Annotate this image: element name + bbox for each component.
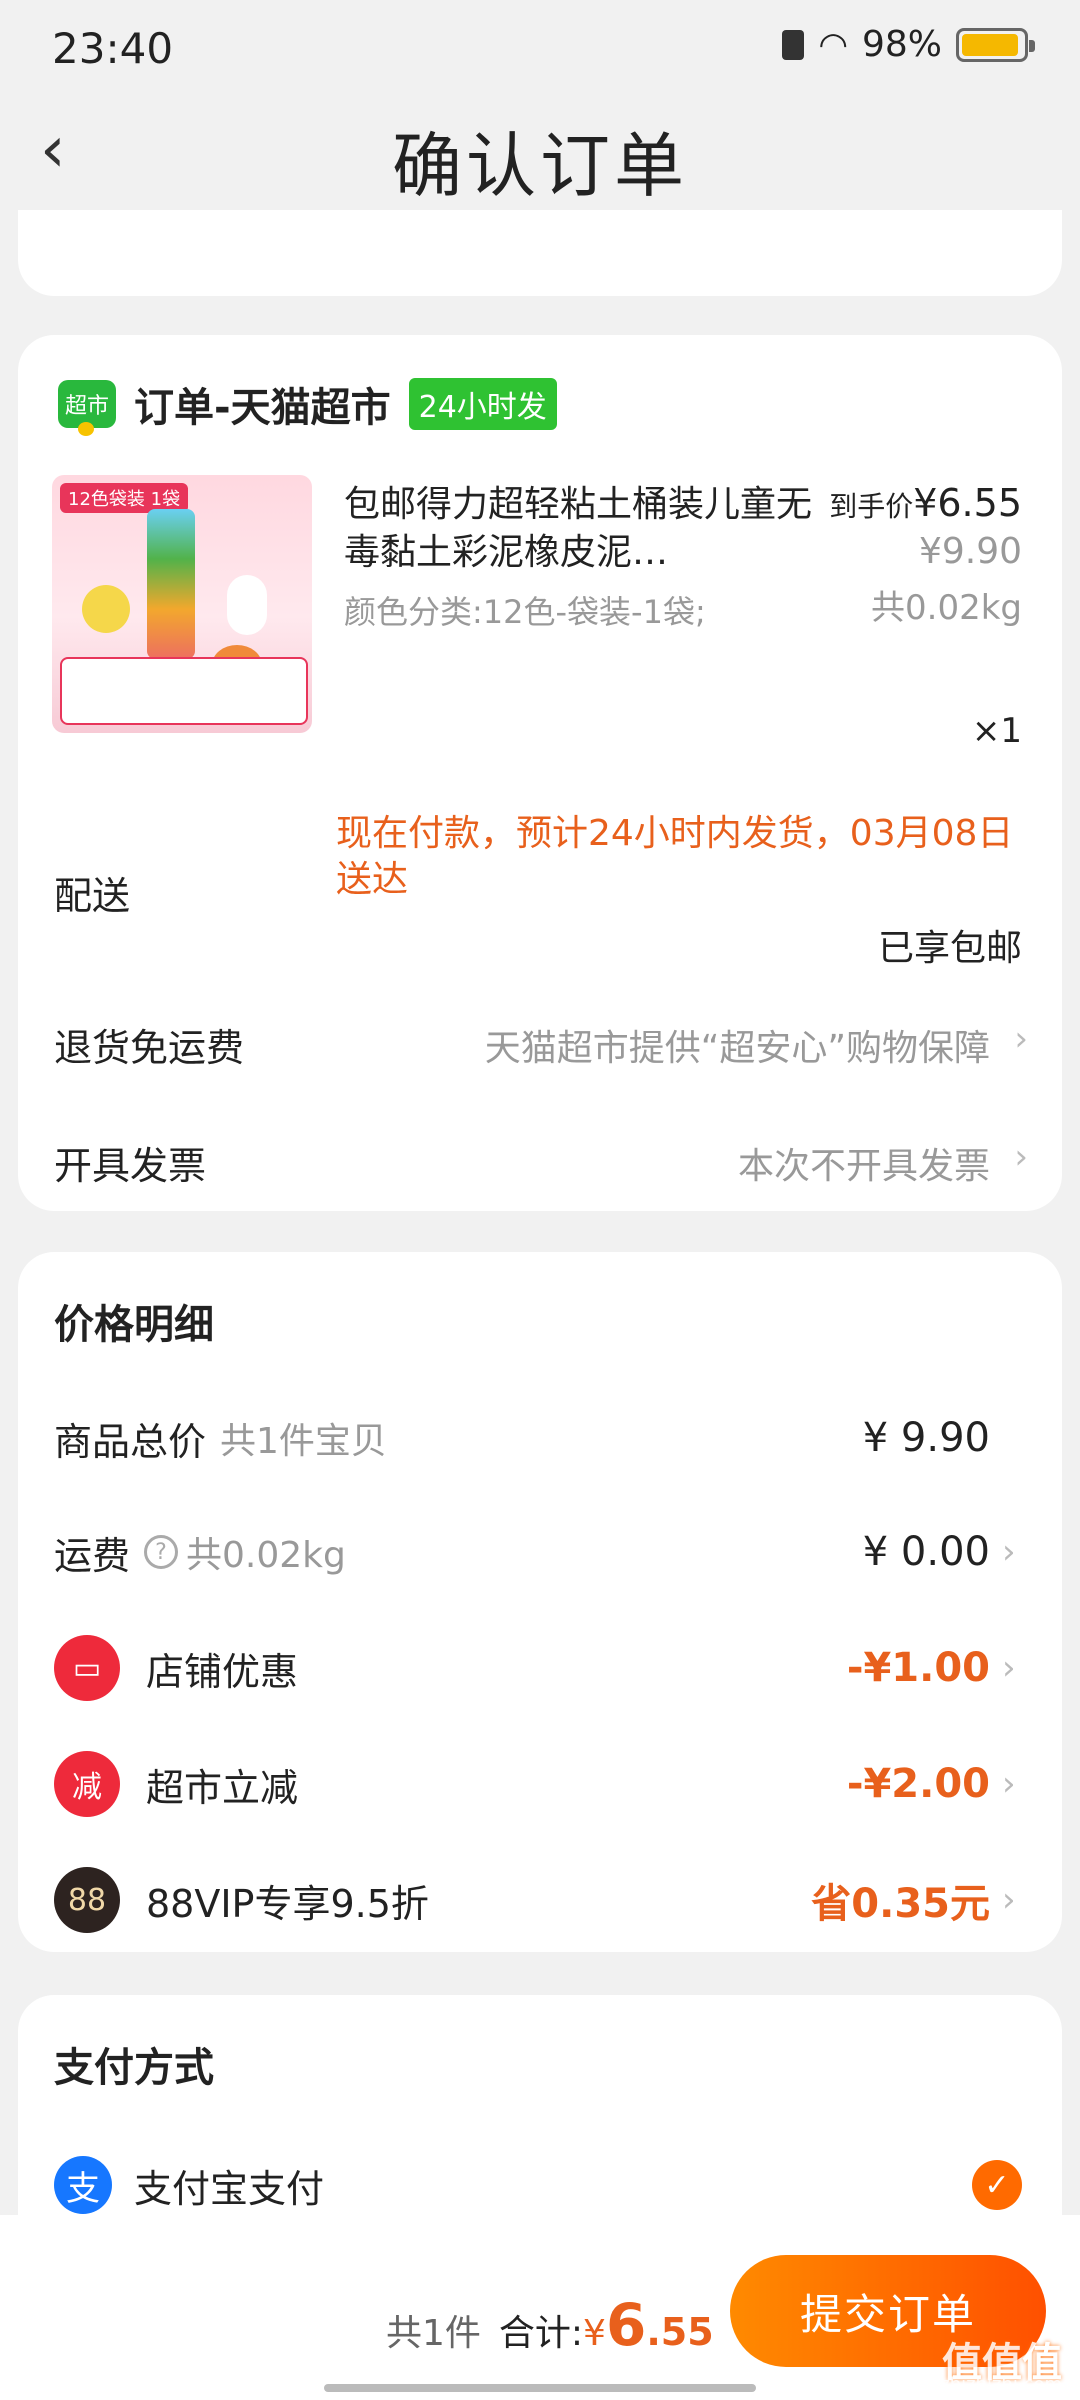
supermarket-discount-value: -¥2.00 bbox=[846, 1761, 990, 1807]
price-row-store-discount[interactable]: ▭ 店铺优惠 -¥1.00 › bbox=[54, 1635, 1022, 1701]
product-title[interactable]: 包邮得力超轻粘土桶装儿童无毒黏土彩泥橡皮泥… bbox=[344, 481, 814, 577]
status-time: 23:40 bbox=[52, 24, 174, 73]
sim-icon bbox=[782, 29, 805, 60]
product-image-figure bbox=[82, 585, 130, 633]
store-discount-label: 店铺优惠 bbox=[146, 1649, 299, 1694]
88vip-icon: 88 bbox=[54, 1867, 120, 1933]
total-decimal: .55 bbox=[646, 2310, 714, 2354]
battery-icon bbox=[956, 27, 1035, 62]
goods-count: 共1件宝贝 bbox=[220, 1421, 387, 1462]
delivery-estimate: 现在付款，预计24小时内发货，03月08日送达 bbox=[336, 813, 1014, 900]
status-bar: 23:40 ◠ 98% bbox=[0, 0, 1080, 100]
total-line: 共1件 合计: ¥ 6 .55 bbox=[386, 2291, 714, 2359]
battery-percent: 98% bbox=[861, 24, 942, 65]
payment-title: 支付方式 bbox=[54, 2045, 214, 2091]
supermarket-discount-label: 超市立减 bbox=[146, 1765, 299, 1810]
price-block: 到手价¥6.55 ¥9.90 共0.02kg bbox=[829, 481, 1022, 629]
help-icon[interactable]: ? bbox=[144, 1535, 179, 1569]
invoice-label: 开具发票 bbox=[54, 1144, 207, 1188]
discount-jian-icon: 减 bbox=[54, 1751, 120, 1817]
total-label: 合计: bbox=[498, 2313, 584, 2354]
address-card-stub bbox=[18, 210, 1062, 296]
price-row-88vip[interactable]: 88 88VIP专享9.5折 省0.35元 › bbox=[54, 1867, 1022, 1933]
store-name: 订单-天猫超市 bbox=[134, 385, 391, 431]
total-count: 共1件 bbox=[386, 2313, 481, 2354]
shipping-label: 运费 bbox=[54, 1533, 131, 1578]
goods-total-value: ¥ 9.90 bbox=[862, 1415, 990, 1461]
product-weight: 共0.02kg bbox=[871, 588, 1022, 628]
alipay-label: 支付宝支付 bbox=[134, 2166, 325, 2211]
return-value[interactable]: 天猫超市提供“超安心”购物保障 bbox=[485, 1019, 990, 1071]
price-row-shipping[interactable]: 运费 ? 共0.02kg ¥ 0.00 › bbox=[54, 1522, 1022, 1582]
status-icons: ◠ 98% bbox=[782, 24, 1035, 65]
chevron-right-icon[interactable]: › bbox=[1002, 1764, 1022, 1804]
shipping-value: ¥ 0.00 bbox=[862, 1529, 990, 1575]
alipay-icon: 支 bbox=[54, 2156, 112, 2214]
tmall-supermarket-logo-icon: 超市 bbox=[58, 380, 116, 436]
alipay-option[interactable]: 支 支付宝支付 ✓ bbox=[54, 2155, 1022, 2215]
total-currency: ¥ bbox=[583, 2313, 606, 2354]
check-icon[interactable]: ✓ bbox=[972, 2160, 1022, 2210]
wifi-icon: ◠ bbox=[818, 24, 848, 65]
product-image[interactable]: 12色袋装 1袋 bbox=[52, 475, 312, 733]
product-image-tub bbox=[147, 509, 195, 659]
price-row-supermarket-discount[interactable]: 减 超市立减 -¥2.00 › bbox=[54, 1751, 1022, 1817]
price-detail-title: 价格明细 bbox=[54, 1302, 214, 1348]
return-label: 退货免运费 bbox=[54, 1026, 245, 1070]
88vip-value: 省0.35元 bbox=[811, 1881, 990, 1927]
price-row-goods-total: 商品总价 共1件宝贝 ¥ 9.90 bbox=[54, 1408, 1022, 1468]
product-image-accessories bbox=[60, 657, 308, 725]
free-shipping-text: 已享包邮 bbox=[877, 928, 1022, 969]
watermark-url: zhizhizhi.com bbox=[940, 2374, 1062, 2395]
product-variant: 颜色分类:12色-袋装-1袋; bbox=[344, 593, 706, 631]
invoice-value[interactable]: 本次不开具发票 bbox=[738, 1137, 990, 1189]
page-title: 确认订单 bbox=[392, 125, 688, 207]
coupon-ticket-icon: ▭ bbox=[54, 1635, 120, 1701]
chevron-right-icon[interactable]: › bbox=[1014, 1019, 1028, 1059]
store-discount-value: -¥1.00 bbox=[846, 1645, 990, 1691]
chevron-right-icon[interactable]: › bbox=[1002, 1880, 1022, 1920]
price-detail-card: 价格明细 商品总价 共1件宝贝 ¥ 9.90 运费 ? 共0.02kg ¥ 0.… bbox=[18, 1252, 1062, 1952]
product-image-figure bbox=[227, 575, 267, 635]
store-row: 超市 订单-天猫超市 24小时发 bbox=[58, 375, 557, 436]
product-quantity: ×1 bbox=[971, 711, 1022, 751]
88vip-label: 88VIP专享9.5折 bbox=[146, 1881, 429, 1926]
goods-total-label: 商品总价 bbox=[54, 1419, 207, 1464]
chevron-right-icon[interactable]: › bbox=[1002, 1532, 1022, 1572]
bottom-bar: 共1件 合计: ¥ 6 .55 提交订单 bbox=[0, 2215, 1080, 2400]
order-card: 超市 订单-天猫超市 24小时发 12色袋装 1袋 包邮得力超轻粘土桶装儿童无毒… bbox=[18, 335, 1062, 1211]
total-integer: 6 bbox=[605, 2291, 647, 2359]
price-original: ¥9.90 bbox=[918, 531, 1022, 572]
price-now-label: 到手价 bbox=[829, 490, 914, 523]
delivery-label: 配送 bbox=[54, 874, 131, 918]
home-indicator[interactable] bbox=[324, 2384, 756, 2392]
shipping-weight: 共0.02kg bbox=[186, 1535, 346, 1576]
chevron-right-icon[interactable]: › bbox=[1002, 1648, 1022, 1688]
shipping-badge: 24小时发 bbox=[408, 378, 557, 430]
price-now: ¥6.55 bbox=[913, 481, 1022, 525]
chevron-right-icon[interactable]: › bbox=[1014, 1137, 1028, 1177]
